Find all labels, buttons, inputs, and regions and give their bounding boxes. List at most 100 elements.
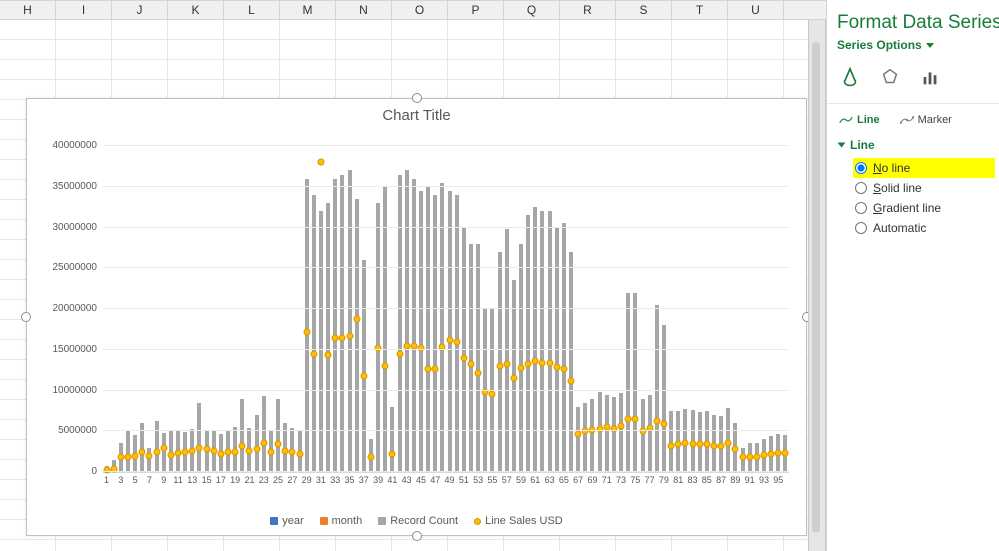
column-header-S[interactable]: S: [616, 1, 672, 19]
option-solid-line[interactable]: Solid line: [853, 178, 995, 198]
marker-point[interactable]: [553, 363, 560, 370]
pane-splitter[interactable]: [808, 20, 826, 551]
marker-point[interactable]: [146, 452, 153, 459]
marker-point[interactable]: [232, 448, 239, 455]
column-header-K[interactable]: K: [168, 1, 224, 19]
marker-point[interactable]: [532, 358, 539, 365]
marker-point[interactable]: [739, 453, 746, 460]
radio-gradient-line[interactable]: [855, 202, 867, 214]
marker-point[interactable]: [296, 451, 303, 458]
marker-point[interactable]: [775, 450, 782, 457]
series-options-icon[interactable]: [919, 66, 941, 91]
column-header-U[interactable]: U: [728, 1, 784, 19]
marker-point[interactable]: [153, 449, 160, 456]
option-no-line[interactable]: No line: [853, 158, 995, 178]
option-gradient-line[interactable]: Gradient line: [853, 198, 995, 218]
marker-point[interactable]: [339, 335, 346, 342]
marker-point[interactable]: [182, 448, 189, 455]
marker-point[interactable]: [282, 447, 289, 454]
marker-point[interactable]: [117, 454, 124, 461]
marker-point[interactable]: [346, 332, 353, 339]
marker-point[interactable]: [503, 361, 510, 368]
marker-point[interactable]: [725, 439, 732, 446]
marker-point[interactable]: [575, 430, 582, 437]
column-header-I[interactable]: I: [56, 1, 112, 19]
marker-point[interactable]: [610, 425, 617, 432]
section-header-line[interactable]: Line: [827, 132, 999, 156]
marker-point[interactable]: [660, 420, 667, 427]
column-header-J[interactable]: J: [112, 1, 168, 19]
marker-point[interactable]: [682, 439, 689, 446]
marker-point[interactable]: [175, 450, 182, 457]
marker-point[interactable]: [132, 452, 139, 459]
marker-point[interactable]: [653, 417, 660, 424]
resize-handle-w[interactable]: [21, 312, 31, 322]
radio-solid-line[interactable]: [855, 182, 867, 194]
option-automatic[interactable]: Automatic: [853, 218, 995, 238]
marker-point[interactable]: [475, 369, 482, 376]
marker-point[interactable]: [239, 442, 246, 449]
marker-point[interactable]: [560, 366, 567, 373]
marker-point[interactable]: [468, 361, 475, 368]
column-header-L[interactable]: L: [224, 1, 280, 19]
marker-point[interactable]: [360, 372, 367, 379]
plot-area[interactable]: 0500000010000000150000002000000025000000…: [103, 147, 789, 473]
radio-automatic[interactable]: [855, 222, 867, 234]
marker-point[interactable]: [760, 451, 767, 458]
legend-item[interactable]: year: [270, 515, 303, 527]
marker-point[interactable]: [689, 441, 696, 448]
legend-item[interactable]: Record Count: [378, 515, 458, 527]
marker-point[interactable]: [782, 450, 789, 457]
marker-point[interactable]: [446, 336, 453, 343]
marker-point[interactable]: [432, 365, 439, 372]
marker-point[interactable]: [246, 447, 253, 454]
marker-point[interactable]: [382, 363, 389, 370]
marker-point[interactable]: [210, 447, 217, 454]
marker-point[interactable]: [367, 454, 374, 461]
marker-point[interactable]: [618, 423, 625, 430]
resize-handle-n[interactable]: [412, 93, 422, 103]
marker-point[interactable]: [189, 447, 196, 454]
marker-point[interactable]: [768, 451, 775, 458]
marker-point[interactable]: [275, 441, 282, 448]
marker-point[interactable]: [582, 428, 589, 435]
column-header-R[interactable]: R: [560, 1, 616, 19]
marker-point[interactable]: [253, 446, 260, 453]
marker-point[interactable]: [625, 416, 632, 423]
fill-line-icon[interactable]: [839, 66, 861, 91]
marker-point[interactable]: [596, 425, 603, 432]
marker-point[interactable]: [303, 328, 310, 335]
marker-point[interactable]: [267, 448, 274, 455]
marker-point[interactable]: [389, 451, 396, 458]
marker-point[interactable]: [703, 441, 710, 448]
marker-point[interactable]: [668, 442, 675, 449]
marker-point[interactable]: [718, 442, 725, 449]
column-header-T[interactable]: T: [672, 1, 728, 19]
marker-point[interactable]: [539, 359, 546, 366]
marker-point[interactable]: [568, 377, 575, 384]
series-options-dropdown[interactable]: Series Options: [827, 36, 999, 62]
marker-point[interactable]: [167, 451, 174, 458]
column-header-H[interactable]: H: [0, 1, 56, 19]
marker-point[interactable]: [125, 454, 132, 461]
column-header-P[interactable]: P: [448, 1, 504, 19]
marker-point[interactable]: [396, 350, 403, 357]
marker-point[interactable]: [460, 354, 467, 361]
marker-point[interactable]: [753, 453, 760, 460]
embedded-chart[interactable]: Chart Title 0500000010000000150000002000…: [26, 98, 807, 536]
marker-point[interactable]: [225, 449, 232, 456]
marker-point[interactable]: [203, 446, 210, 453]
marker-point[interactable]: [353, 315, 360, 322]
marker-point[interactable]: [260, 440, 267, 447]
column-header-N[interactable]: N: [336, 1, 392, 19]
marker-point[interactable]: [746, 454, 753, 461]
resize-handle-s[interactable]: [412, 531, 422, 541]
marker-point[interactable]: [732, 446, 739, 453]
marker-point[interactable]: [696, 441, 703, 448]
tab-marker[interactable]: Marker: [900, 114, 952, 126]
column-header-M[interactable]: M: [280, 1, 336, 19]
marker-point[interactable]: [518, 364, 525, 371]
marker-point[interactable]: [317, 159, 324, 166]
marker-point[interactable]: [546, 359, 553, 366]
marker-point[interactable]: [639, 428, 646, 435]
